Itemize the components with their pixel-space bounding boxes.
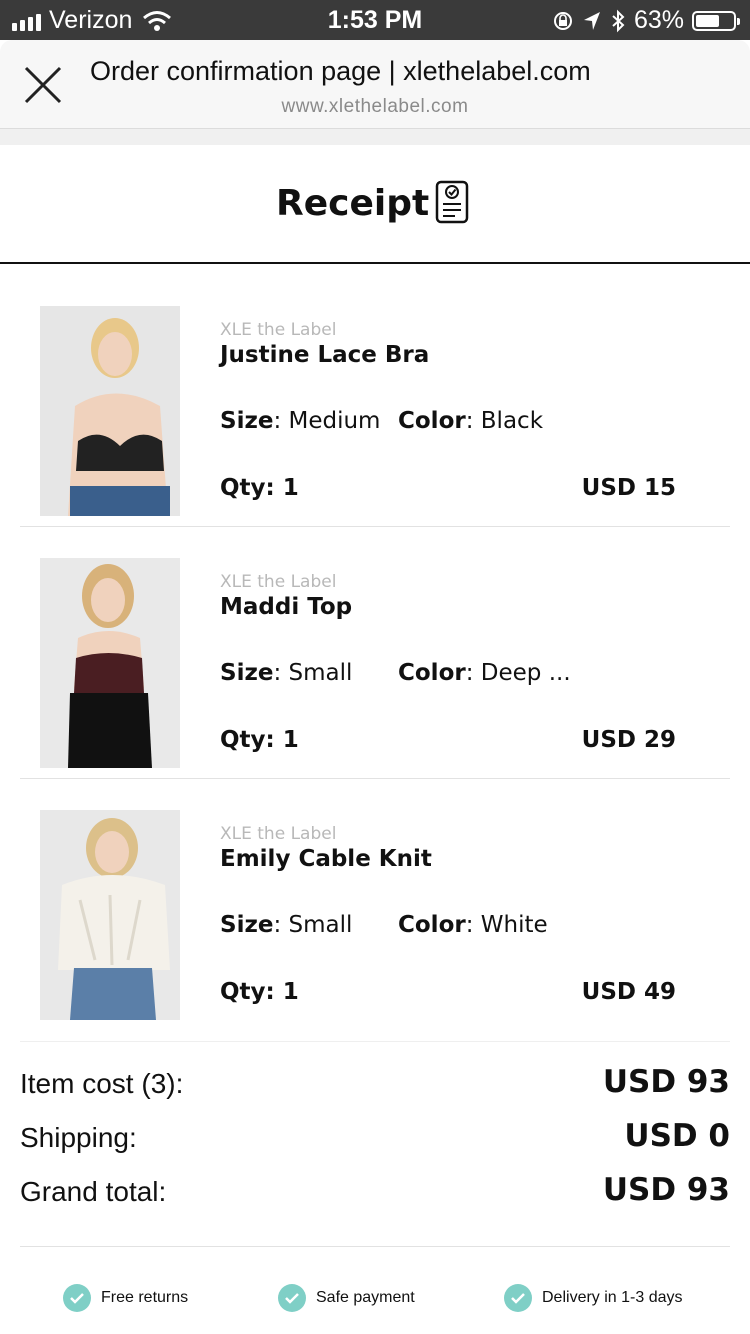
order-item: XLE the Label Maddi Top Size: Small Colo… [20, 526, 730, 779]
check-icon [63, 1284, 91, 1312]
page-url: www.xlethelabel.com [281, 96, 469, 117]
item-cost-row: Item cost (3): USD 93 [20, 1064, 730, 1108]
status-bar: Verizon 1:53 PM 63% [0, 0, 750, 40]
features-bar: Free returns Safe payment Delivery in 1-… [0, 1284, 750, 1320]
product-color: Color: Black [398, 408, 544, 434]
order-totals: Item cost (3): USD 93 Shipping: USD 0 Gr… [20, 1041, 730, 1247]
qty-label: Qty: [220, 475, 275, 501]
item-cost-label: Item cost (3): [20, 1068, 184, 1099]
qty-label: Qty: [220, 727, 275, 753]
color-label: Color [398, 912, 466, 938]
shipping-value: USD 0 [624, 1118, 730, 1154]
shipping-row: Shipping: USD 0 [20, 1118, 730, 1162]
product-qty: Qty: 1 [220, 727, 299, 753]
product-price: USD 15 [581, 475, 676, 501]
product-size: Size: Small [220, 912, 353, 938]
order-item: XLE the Label Emily Cable Knit Size: Sma… [20, 778, 730, 1030]
receipt-header: Receipt [0, 145, 750, 264]
product-name: Maddi Top [220, 594, 353, 620]
feature-safe-payment: Safe payment [278, 1284, 415, 1312]
product-image [40, 810, 180, 1020]
status-right: 63% [552, 6, 740, 35]
color-label: Color [398, 408, 466, 434]
color-value: Black [480, 408, 544, 434]
header-divider [0, 129, 750, 145]
location-icon [583, 11, 600, 30]
product-qty: Qty: 1 [220, 979, 299, 1005]
qty-value: 1 [282, 979, 299, 1005]
qty-value: 1 [282, 475, 299, 501]
product-size: Size: Medium [220, 408, 381, 434]
grand-total-value: USD 93 [602, 1172, 730, 1208]
feature-label: Delivery in 1-3 days [542, 1289, 683, 1306]
feature-delivery: Delivery in 1-3 days [504, 1284, 683, 1312]
battery-percent: 63% [633, 6, 684, 34]
product-name: Justine Lace Bra [220, 342, 430, 368]
receipt-icon [435, 180, 469, 224]
product-qty: Qty: 1 [220, 475, 299, 501]
product-price: USD 29 [581, 727, 676, 753]
color-value: Deep ... [480, 660, 571, 686]
receipt-title: Receipt [276, 183, 430, 224]
product-color: Color: Deep ... [398, 660, 571, 686]
battery-icon [692, 10, 740, 31]
item-cost-value: USD 93 [602, 1064, 730, 1100]
check-icon [504, 1284, 532, 1312]
product-image [40, 306, 180, 516]
size-label: Size [220, 660, 274, 686]
bluetooth-icon [612, 9, 625, 32]
size-value: Small [288, 912, 353, 938]
size-value: Small [288, 660, 353, 686]
size-label: Size [220, 408, 274, 434]
color-label: Color [398, 660, 466, 686]
product-brand: XLE the Label [220, 824, 337, 844]
product-brand: XLE the Label [220, 320, 337, 340]
page-title: Order confirmation page | xlethelabel.co… [90, 56, 591, 86]
browser-header: Order confirmation page | xlethelabel.co… [0, 40, 750, 129]
product-price: USD 49 [581, 979, 676, 1005]
product-brand: XLE the Label [220, 572, 337, 592]
product-name: Emily Cable Knit [220, 846, 432, 872]
grand-total-row: Grand total: USD 93 [20, 1172, 730, 1216]
shipping-label: Shipping: [20, 1122, 137, 1153]
grand-total-label: Grand total: [20, 1176, 167, 1207]
product-size: Size: Small [220, 660, 353, 686]
check-icon [278, 1284, 306, 1312]
feature-label: Safe payment [316, 1289, 415, 1306]
size-label: Size [220, 912, 274, 938]
rotation-lock-icon [553, 11, 572, 30]
order-item: XLE the Label Justine Lace Bra Size: Med… [20, 274, 730, 527]
feature-free-returns: Free returns [63, 1284, 188, 1312]
qty-label: Qty: [220, 979, 275, 1005]
feature-label: Free returns [101, 1289, 189, 1306]
size-value: Medium [288, 408, 381, 434]
color-value: White [480, 912, 548, 938]
product-color: Color: White [398, 912, 548, 938]
product-image [40, 558, 180, 768]
qty-value: 1 [282, 727, 299, 753]
